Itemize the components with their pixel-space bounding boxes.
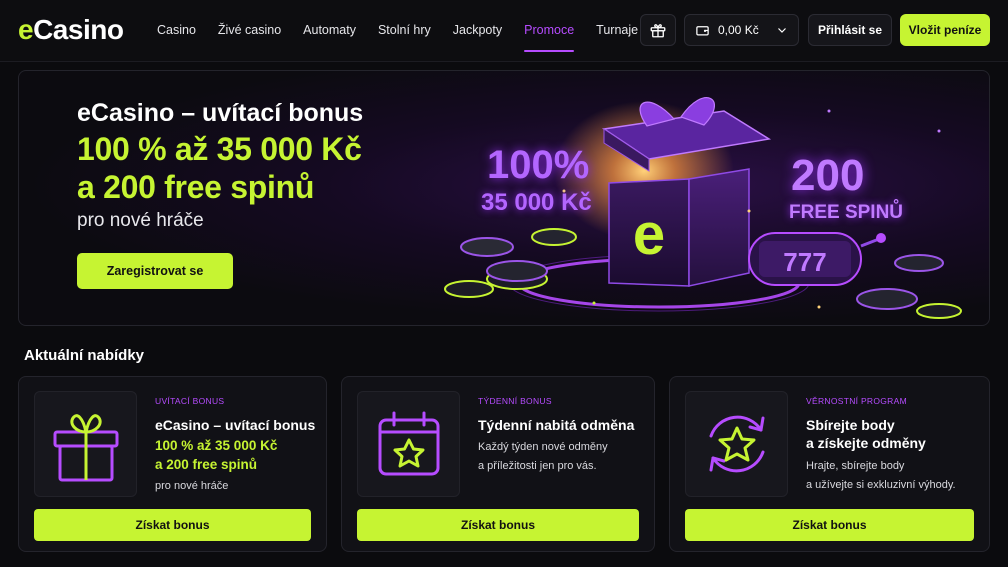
nav-item-slots[interactable]: Automaty — [292, 0, 367, 62]
offer-tag: Týdenní bonus — [478, 396, 552, 406]
deposit-button[interactable]: Vložit peníze — [900, 14, 990, 46]
hero-title: eCasino – uvítací bonus — [77, 99, 364, 127]
logo-text: Casino — [33, 14, 124, 45]
chevron-down-icon — [778, 28, 786, 33]
nav-item-promotions[interactable]: Promoce — [513, 0, 585, 62]
gift-button[interactable] — [640, 14, 676, 46]
offer-tag: Uvítací bonus — [155, 396, 225, 406]
wallet-icon — [696, 25, 709, 35]
balance-dropdown[interactable]: 0,00 Kč — [684, 14, 799, 46]
login-button[interactable]: Přihlásit se — [808, 14, 892, 46]
offer-card-icon-box — [34, 391, 137, 497]
offer-title: Sbírejte body — [806, 417, 895, 433]
main-nav: Casino Živé casino Automaty Stolní hry J… — [146, 0, 649, 62]
ecasino-logo[interactable]: eCasino — [18, 14, 124, 46]
get-bonus-button[interactable]: Získat bonus — [34, 509, 311, 541]
offer-description-line2: a příležitosti jen pro vás. — [478, 460, 597, 472]
logo-e: e — [18, 14, 34, 45]
nav-item-jackpots[interactable]: Jackpoty — [442, 0, 513, 62]
get-bonus-button[interactable]: Získat bonus — [357, 509, 639, 541]
offer-title: Týdenní nabitá odměna — [478, 417, 635, 433]
hero-bonus-amount: 100 % až 35 000 Kč — [77, 131, 362, 167]
offer-tag: Věrnostní program — [806, 396, 907, 406]
box-logo-letter: e — [633, 202, 665, 267]
top-header: eCasino Casino Živé casino Automaty Stol… — [0, 0, 1008, 62]
offer-bonus-amount: 100 % až 35 000 Kč — [155, 438, 278, 453]
hero-art-spins-label: FREE SPINŮ — [789, 202, 904, 223]
hero-art-percent: 100% — [487, 143, 590, 187]
slot-digits: 777 — [783, 247, 826, 277]
gift-icon — [53, 414, 118, 482]
nav-item-table-games[interactable]: Stolní hry — [367, 0, 442, 62]
offer-card-welcome: Uvítací bonus eCasino – uvítací bonus 10… — [18, 376, 327, 552]
hero-subtitle: pro nové hráče — [77, 210, 204, 231]
hero-banner: e 777 eCasino – uvítací bonus 100 % až 3… — [18, 70, 990, 326]
offer-card-icon-box — [685, 391, 788, 497]
balance-amount: 0,00 Kč — [718, 23, 759, 37]
hero-free-spins: a 200 free spinů — [77, 169, 315, 205]
offer-card-loyalty: Věrnostní program Sbírejte body a získej… — [669, 376, 990, 552]
gift-icon — [650, 24, 666, 38]
offer-description-line1: Hrajte, sbírejte body — [806, 460, 905, 472]
nav-item-casino[interactable]: Casino — [146, 0, 207, 62]
nav-item-live-casino[interactable]: Živé casino — [207, 0, 292, 62]
offer-card-icon-box — [357, 391, 460, 497]
register-button[interactable]: Zaregistrovat se — [77, 253, 233, 289]
slot-machine: 777 — [748, 232, 886, 286]
offer-title: eCasino – uvítací bonus — [155, 417, 316, 433]
hero-art-spins-count: 200 — [791, 151, 865, 200]
get-bonus-button[interactable]: Získat bonus — [685, 509, 974, 541]
calendar-star-icon — [378, 411, 439, 476]
offer-description-line2: a užívejte si exkluzivní výhody. — [806, 479, 956, 491]
hero-art-amount: 35 000 Kč — [481, 189, 592, 216]
offer-card-weekly: Týdenní bonus Týdenní nabitá odměna Každ… — [341, 376, 655, 552]
offer-title-line2: a získejte odměny — [806, 435, 926, 451]
offer-description-line1: Každý týden nové odměny — [478, 441, 608, 453]
offer-free-spins: a 200 free spinů — [155, 457, 258, 472]
offers-heading: Aktuální nabídky — [24, 347, 145, 364]
star-cycle-icon — [709, 415, 764, 473]
offer-description: pro nové hráče — [155, 480, 229, 492]
